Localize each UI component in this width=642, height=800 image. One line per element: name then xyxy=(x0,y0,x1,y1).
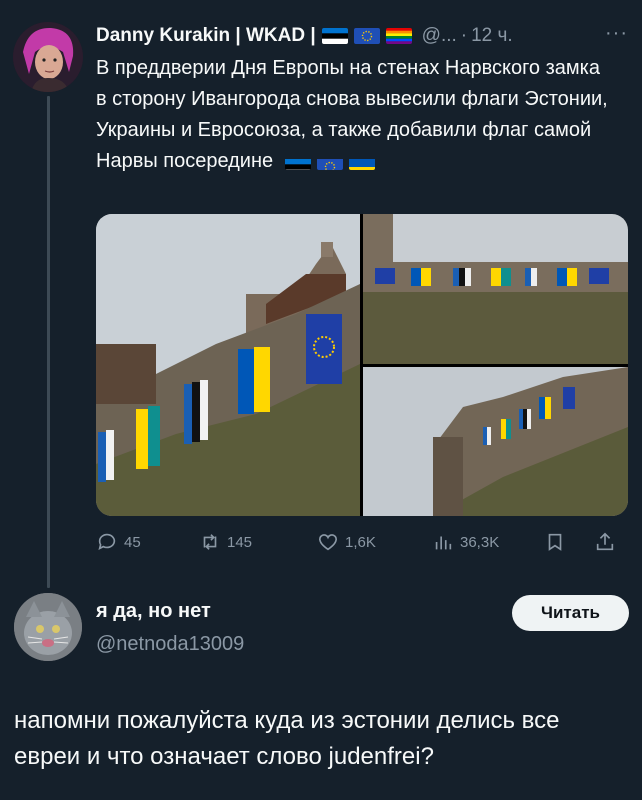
repost-count: 145 xyxy=(227,533,253,551)
separator-dot: · xyxy=(460,25,468,46)
post-time[interactable]: 12 ч. xyxy=(471,25,513,47)
views-action[interactable]: 36,3K xyxy=(432,531,544,553)
views-count: 36,3K xyxy=(460,533,500,551)
reply-author-avatar[interactable] xyxy=(14,593,82,661)
tweet-text: В преддверии Дня Европы на стенах Нарвск… xyxy=(96,53,616,177)
repost-icon xyxy=(203,534,217,550)
rainbow-flag-icon xyxy=(385,28,412,44)
estonia-flag-icon xyxy=(321,28,348,44)
author-handle[interactable]: @... xyxy=(422,25,457,47)
media-grid[interactable] xyxy=(96,214,628,516)
reply-text: напомни пожалуйста куда из эстонии делис… xyxy=(14,707,560,770)
tweet-header: Danny Kurakin | WKAD | @... · 12 ч. xyxy=(96,24,630,48)
bookmark-action[interactable] xyxy=(544,531,594,553)
author-avatar[interactable] xyxy=(13,22,83,92)
estonia-flag-icon xyxy=(284,154,311,170)
ukraine-flag-icon xyxy=(348,154,375,170)
photo-castle-wall-bottom-right[interactable] xyxy=(363,367,628,516)
more-options-icon[interactable]: ··· xyxy=(605,22,628,45)
heart-icon xyxy=(318,534,338,551)
action-bar: 45 145 1,6K 36,3K xyxy=(96,528,628,556)
repost-action[interactable]: 145 xyxy=(199,531,317,553)
photo-castle-wall-top-right[interactable] xyxy=(363,214,628,364)
reply-action[interactable]: 45 xyxy=(96,531,186,553)
like-action[interactable]: 1,6K xyxy=(317,531,432,553)
eu-flag-icon xyxy=(353,28,380,44)
bookmark-icon xyxy=(548,533,562,551)
photo-castle-wall-left[interactable] xyxy=(96,214,360,516)
reply-icon xyxy=(98,533,116,550)
reply-author-name[interactable]: я да, но нет xyxy=(96,600,211,623)
like-count: 1,6K xyxy=(345,533,376,551)
follow-button[interactable]: Читать xyxy=(512,595,629,631)
author-name[interactable]: Danny Kurakin | WKAD | xyxy=(96,25,316,47)
thread-line xyxy=(47,96,50,588)
reply-count: 45 xyxy=(124,533,141,551)
reply-author-handle[interactable]: @netnoda13009 xyxy=(96,633,244,656)
share-action[interactable] xyxy=(594,531,624,553)
eu-flag-icon xyxy=(316,154,343,170)
share-icon xyxy=(596,532,614,551)
tweet[interactable]: Danny Kurakin | WKAD | @... · 12 ч. ··· … xyxy=(0,0,642,588)
views-icon xyxy=(435,536,452,550)
